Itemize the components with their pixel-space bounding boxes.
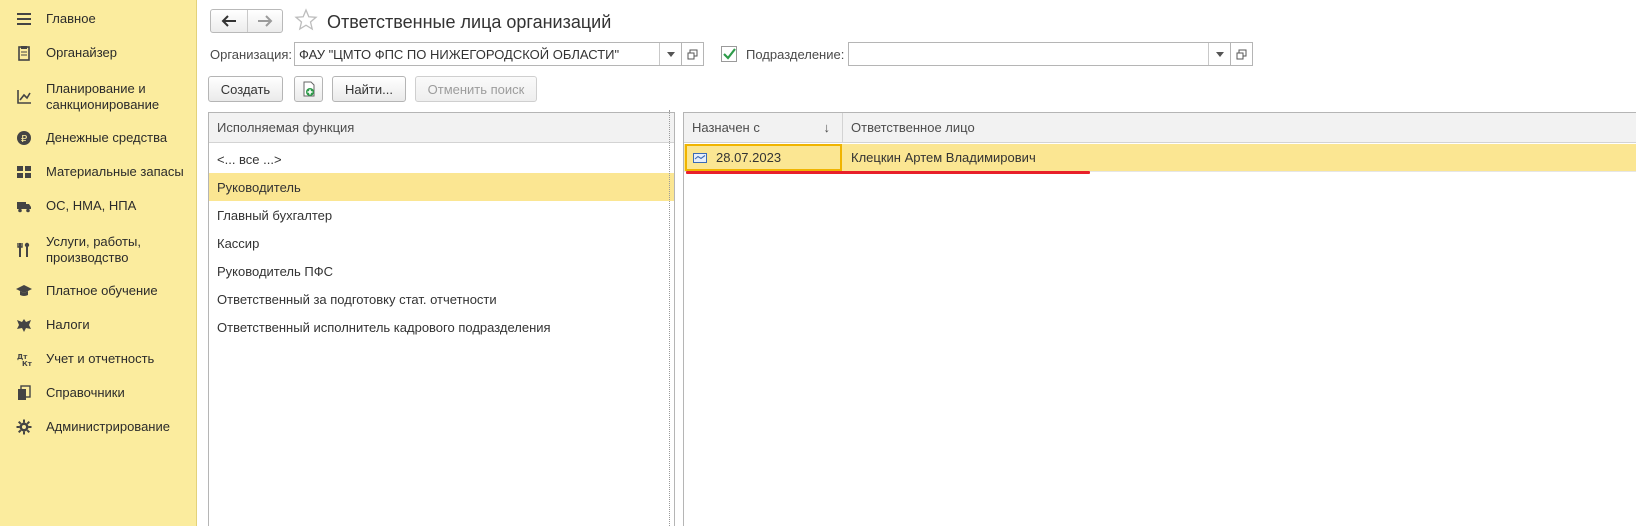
sidebar-item-label: Главное	[46, 11, 96, 26]
sidebar-item-label: Налоги	[46, 317, 90, 332]
function-label: Ответственный исполнитель кадрового подр…	[217, 319, 551, 335]
list-item[interactable]: Руководитель	[209, 173, 674, 201]
grid-stock-icon	[15, 163, 33, 181]
record-icon	[693, 152, 707, 163]
function-label: Кассир	[217, 235, 260, 251]
list-item[interactable]: Главный бухгалтер	[209, 201, 674, 229]
document-add-icon	[303, 81, 314, 97]
page-title: Ответственные лица организаций	[327, 12, 612, 32]
sidebar-item-accounting[interactable]: Дт Кт Учет и отчетность	[0, 350, 197, 368]
date-cell[interactable]: 28.07.2023	[685, 144, 842, 171]
back-button[interactable]	[211, 10, 247, 32]
open-window-icon	[1236, 49, 1247, 59]
sidebar-item-label: Справочники	[46, 385, 125, 400]
list-item[interactable]: Кассир	[209, 229, 674, 257]
planning-chart-icon	[15, 88, 33, 106]
cancel-search-button[interactable]: Отменить поиск	[415, 76, 537, 102]
sidebar-item-label: Учет и отчетность	[46, 351, 155, 366]
sidebar-item-fixed-assets[interactable]: ОС, НМА, НПА	[0, 197, 197, 215]
sidebar-item-services[interactable]: Услуги, работы, производство	[0, 233, 197, 267]
sidebar-item-label: ОС, НМА, НПА	[46, 198, 137, 213]
eagle-emblem-icon	[15, 316, 33, 334]
department-field[interactable]	[848, 42, 1231, 66]
chevron-down-icon	[1215, 51, 1224, 57]
arrow-left-icon	[221, 15, 236, 27]
department-dropdown-button[interactable]	[1208, 43, 1230, 65]
sidebar-item-label: Денежные средства	[46, 130, 168, 145]
sidebar-item-label: Органайзер	[46, 45, 117, 60]
functions-column-title: Исполняемая функция	[217, 120, 355, 135]
sidebar-item-cash[interactable]: ₽ Денежные средства	[0, 129, 197, 147]
graduation-cap-icon	[15, 282, 33, 300]
open-window-icon	[687, 49, 698, 59]
create-copy-button[interactable]	[294, 76, 323, 102]
functions-list: Исполняемая функция <... все ...> Руково…	[208, 112, 675, 526]
debit-credit-icon: Дт Кт	[15, 350, 33, 368]
table-row[interactable]: 28.07.2023 Клецкин Артем Владимирович	[684, 144, 1636, 171]
truck-icon	[15, 197, 33, 215]
functions-column-header[interactable]: Исполняемая функция	[209, 113, 674, 143]
sidebar-item-taxes[interactable]: Налоги	[0, 316, 197, 334]
find-button[interactable]: Найти...	[332, 76, 406, 102]
svg-text:₽: ₽	[21, 134, 28, 145]
department-label: Подразделение:	[746, 47, 845, 62]
sidebar-item-label: Планирование и санкционирование	[46, 81, 160, 112]
organization-label: Организация:	[210, 47, 293, 62]
books-icon	[15, 384, 33, 402]
forward-button[interactable]	[246, 10, 283, 32]
clipboard-icon	[15, 44, 33, 62]
favorite-star-icon[interactable]	[294, 8, 318, 32]
gear-icon	[15, 418, 33, 436]
function-label: Руководитель ПФС	[217, 263, 333, 279]
sidebar-item-label: Материальные запасы	[46, 164, 184, 179]
person-value: Клецкин Артем Владимирович	[851, 150, 1036, 165]
column-header-date[interactable]: Назначен с ↓	[684, 113, 843, 143]
sidebar-item-paid-education[interactable]: Платное обучение	[0, 282, 197, 300]
ruble-coin-icon: ₽	[15, 129, 33, 147]
organization-open-button[interactable]	[682, 42, 704, 66]
sort-descending-icon: ↓	[823, 120, 831, 135]
list-item[interactable]: Ответственный исполнитель кадрового подр…	[209, 313, 674, 341]
function-label: Главный бухгалтер	[217, 207, 333, 223]
chevron-down-icon	[666, 51, 675, 57]
svg-text:Кт: Кт	[22, 360, 32, 367]
sidebar-item-main[interactable]: Главное	[0, 10, 197, 28]
sidebar-item-planning[interactable]: Планирование и санкционирование	[0, 80, 197, 114]
tools-icon	[15, 241, 33, 259]
column-header-person[interactable]: Ответственное лицо	[843, 113, 1636, 143]
column-title-date: Назначен с	[692, 120, 760, 135]
sidebar-item-organizer[interactable]: Органайзер	[0, 44, 197, 62]
sidebar-item-references[interactable]: Справочники	[0, 384, 197, 402]
sidebar-item-materials[interactable]: Материальные запасы	[0, 163, 197, 181]
function-label: <... все ...>	[217, 151, 282, 167]
annotation-underline	[686, 171, 1090, 174]
date-value: 28.07.2023	[716, 150, 782, 165]
sidebar-item-label: Администрирование	[46, 419, 170, 434]
list-item[interactable]: <... все ...>	[209, 145, 674, 173]
checkmark-icon	[722, 48, 736, 60]
organization-dropdown-button[interactable]	[659, 43, 681, 65]
function-label: Руководитель	[217, 179, 301, 195]
sidebar-item-administration[interactable]: Администрирование	[0, 418, 197, 436]
department-open-button[interactable]	[1231, 42, 1253, 66]
arrow-right-icon	[257, 15, 273, 27]
department-checkbox[interactable]	[721, 46, 737, 62]
create-button[interactable]: Создать	[208, 76, 283, 102]
organization-value: ФАУ "ЦМТО ФПС ПО НИЖЕГОРОДСКОЙ ОБЛАСТИ"	[299, 46, 620, 62]
column-title-person: Ответственное лицо	[851, 120, 975, 135]
menu-lines-icon	[15, 10, 33, 28]
sidebar-item-label: Платное обучение	[46, 283, 158, 298]
list-item[interactable]: Ответственный за подготовку стат. отчетн…	[209, 285, 674, 313]
sidebar-item-label: Услуги, работы, производство	[46, 234, 141, 265]
list-item[interactable]: Руководитель ПФС	[209, 257, 674, 285]
sidebar: Главное Органайзер Планирование и санкци…	[0, 0, 197, 526]
history-navigation	[210, 9, 283, 33]
panel-splitter[interactable]	[666, 110, 674, 526]
organization-field[interactable]: ФАУ "ЦМТО ФПС ПО НИЖЕГОРОДСКОЙ ОБЛАСТИ"	[294, 42, 682, 66]
function-label: Ответственный за подготовку стат. отчетн…	[217, 291, 497, 307]
assignments-table: Назначен с ↓ Ответственное лицо 28.07.20…	[683, 112, 1636, 526]
